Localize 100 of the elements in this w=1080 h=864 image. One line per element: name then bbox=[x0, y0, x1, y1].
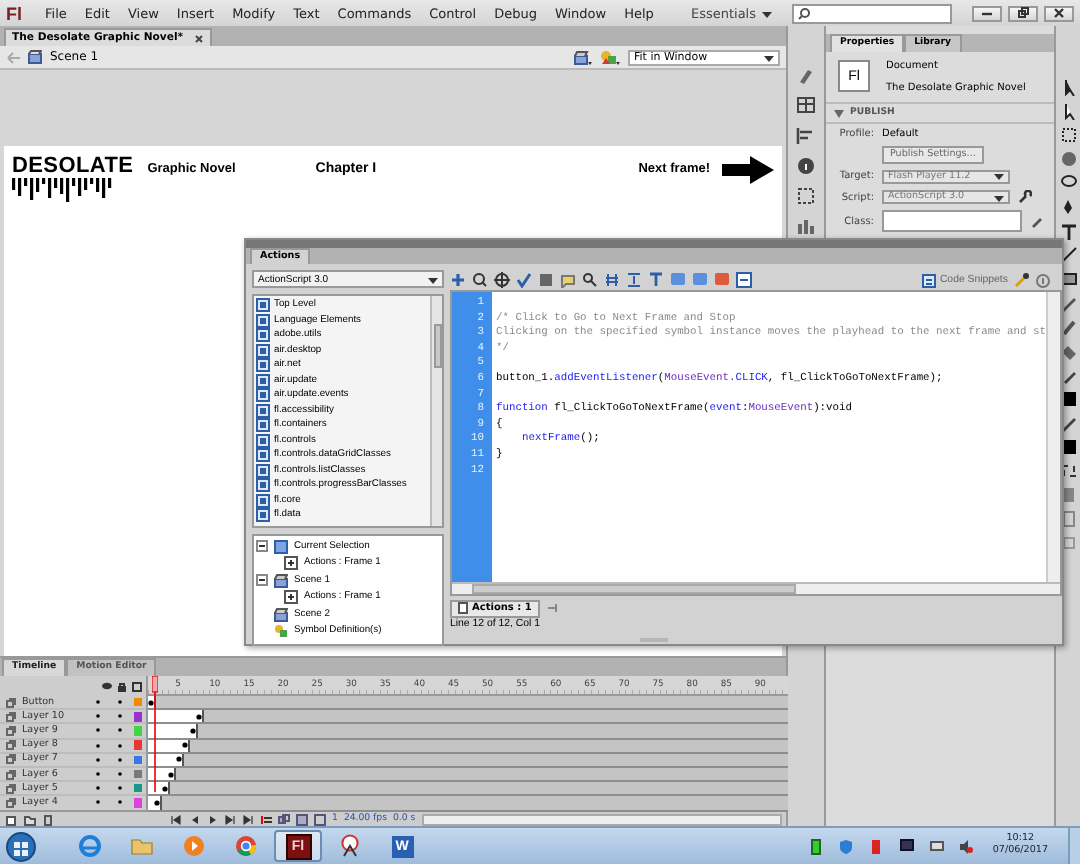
subselection-tool-icon[interactable] bbox=[1059, 102, 1077, 120]
close-button[interactable] bbox=[1044, 5, 1074, 21]
caret-icon bbox=[994, 193, 1004, 202]
layer-icon bbox=[6, 783, 16, 794]
browser-icon bbox=[78, 834, 102, 858]
network-icon[interactable] bbox=[930, 837, 945, 855]
search-field[interactable] bbox=[792, 3, 952, 23]
edit-scene-icon[interactable] bbox=[574, 49, 592, 65]
horizontal-scrollbar[interactable] bbox=[421, 813, 782, 825]
last-frame-icon[interactable] bbox=[242, 813, 254, 825]
frame-script-icon bbox=[284, 556, 298, 571]
playhead bbox=[152, 676, 158, 792]
help-icon[interactable] bbox=[1035, 273, 1050, 287]
brush-icon[interactable] bbox=[1059, 318, 1077, 336]
collapse-icon[interactable] bbox=[256, 540, 268, 553]
pencil-icon[interactable] bbox=[1059, 294, 1077, 312]
edit-frames-icon[interactable] bbox=[314, 813, 326, 825]
browser-icon bbox=[234, 834, 258, 858]
scene-icon bbox=[274, 573, 288, 588]
brush-icon[interactable] bbox=[796, 66, 816, 86]
pencil-icon[interactable] bbox=[1030, 214, 1044, 229]
grid-icon[interactable] bbox=[796, 96, 816, 116]
arrow-icon[interactable] bbox=[722, 156, 774, 184]
collapse-between-icon[interactable] bbox=[604, 272, 620, 288]
keyframe-icon bbox=[147, 699, 154, 706]
class-input-field[interactable] bbox=[882, 210, 1022, 233]
shield-icon[interactable] bbox=[840, 837, 855, 855]
fill-pen-icon[interactable] bbox=[1059, 414, 1077, 432]
selection-tool-icon[interactable] bbox=[1059, 78, 1077, 96]
vertical-scrollbar[interactable] bbox=[1045, 292, 1060, 582]
layer-color-swatch[interactable] bbox=[133, 712, 142, 722]
layer-icon bbox=[6, 754, 16, 765]
restore-button[interactable] bbox=[1008, 5, 1038, 21]
frame-span[interactable] bbox=[148, 710, 205, 723]
edit-symbols-icon[interactable] bbox=[600, 49, 620, 65]
trash-icon[interactable] bbox=[42, 813, 54, 825]
close-icon[interactable] bbox=[193, 33, 204, 43]
layer-color-swatch[interactable] bbox=[133, 726, 142, 736]
panel-toggle-icon[interactable] bbox=[736, 272, 752, 288]
add-icon[interactable] bbox=[450, 272, 466, 288]
previous-frame-icon[interactable] bbox=[188, 813, 200, 825]
next-frame-icon[interactable] bbox=[224, 813, 236, 825]
expand-triangle-icon bbox=[834, 109, 844, 117]
target-icon[interactable] bbox=[494, 272, 510, 288]
frame-span[interactable] bbox=[148, 782, 170, 795]
collapse-icon[interactable] bbox=[256, 574, 268, 587]
onion-skin-icon[interactable] bbox=[278, 813, 290, 825]
folder-icon bbox=[130, 834, 154, 858]
layer-color-swatch[interactable] bbox=[133, 798, 142, 808]
scissors-icon bbox=[338, 834, 362, 858]
layer-icon bbox=[6, 697, 16, 708]
lock-icon[interactable] bbox=[118, 681, 126, 691]
monitor-icon[interactable] bbox=[900, 837, 915, 855]
outline-icon[interactable] bbox=[132, 681, 142, 691]
horizontal-scrollbar[interactable] bbox=[452, 582, 1060, 594]
symbols-icon bbox=[274, 624, 288, 639]
lasso-icon[interactable] bbox=[1059, 174, 1077, 192]
frame-span[interactable] bbox=[148, 796, 163, 809]
wrench-icon[interactable] bbox=[1013, 272, 1030, 288]
layer-color-swatch[interactable] bbox=[133, 755, 142, 765]
chart-icon[interactable] bbox=[796, 216, 816, 236]
minimize-button[interactable] bbox=[972, 5, 1002, 21]
layer-color-swatch[interactable] bbox=[133, 697, 142, 707]
transform-tool-icon[interactable] bbox=[1059, 126, 1077, 144]
drip-drawing bbox=[12, 178, 116, 202]
frame-span[interactable] bbox=[148, 724, 198, 738]
scene-icon bbox=[274, 607, 288, 622]
restore-icon bbox=[1016, 6, 1030, 20]
layer-color-swatch[interactable] bbox=[133, 740, 142, 750]
layer-color-swatch[interactable] bbox=[133, 783, 142, 793]
text-tool-icon[interactable] bbox=[1059, 222, 1077, 240]
speaker-icon[interactable] bbox=[960, 837, 975, 855]
alert-icon[interactable] bbox=[870, 837, 885, 855]
align-icon[interactable] bbox=[796, 126, 816, 146]
expand-all-icon[interactable] bbox=[648, 272, 664, 288]
info-icon[interactable] bbox=[796, 156, 816, 176]
scrollbar[interactable] bbox=[430, 296, 442, 525]
swap-colors-icon[interactable] bbox=[1059, 462, 1077, 480]
battery-icon[interactable] bbox=[810, 837, 825, 855]
stage-title: DESOLATE bbox=[12, 156, 134, 178]
caret-icon bbox=[762, 9, 772, 17]
onion-outline-icon[interactable] bbox=[296, 813, 308, 825]
loop-icon[interactable] bbox=[260, 813, 272, 825]
line-tool-icon[interactable] bbox=[1059, 246, 1077, 264]
new-layer-icon[interactable] bbox=[6, 813, 18, 825]
collapse-selection-icon[interactable] bbox=[626, 272, 642, 288]
wrench-icon[interactable] bbox=[1018, 190, 1032, 205]
frame-span[interactable] bbox=[148, 696, 156, 709]
start-button-icon[interactable] bbox=[6, 831, 36, 861]
eye-icon[interactable] bbox=[102, 682, 112, 690]
check-icon[interactable] bbox=[516, 272, 532, 288]
debug-icon[interactable] bbox=[582, 272, 598, 288]
first-frame-icon[interactable] bbox=[170, 813, 182, 825]
close-icon bbox=[1052, 6, 1066, 20]
transform-icon[interactable] bbox=[796, 186, 816, 206]
pen-icon[interactable] bbox=[1059, 198, 1077, 216]
eyedropper-icon[interactable] bbox=[1059, 366, 1077, 384]
layer-color-swatch[interactable] bbox=[133, 769, 142, 779]
find-icon[interactable] bbox=[472, 272, 488, 288]
app-logo: Fl bbox=[4, 3, 24, 23]
